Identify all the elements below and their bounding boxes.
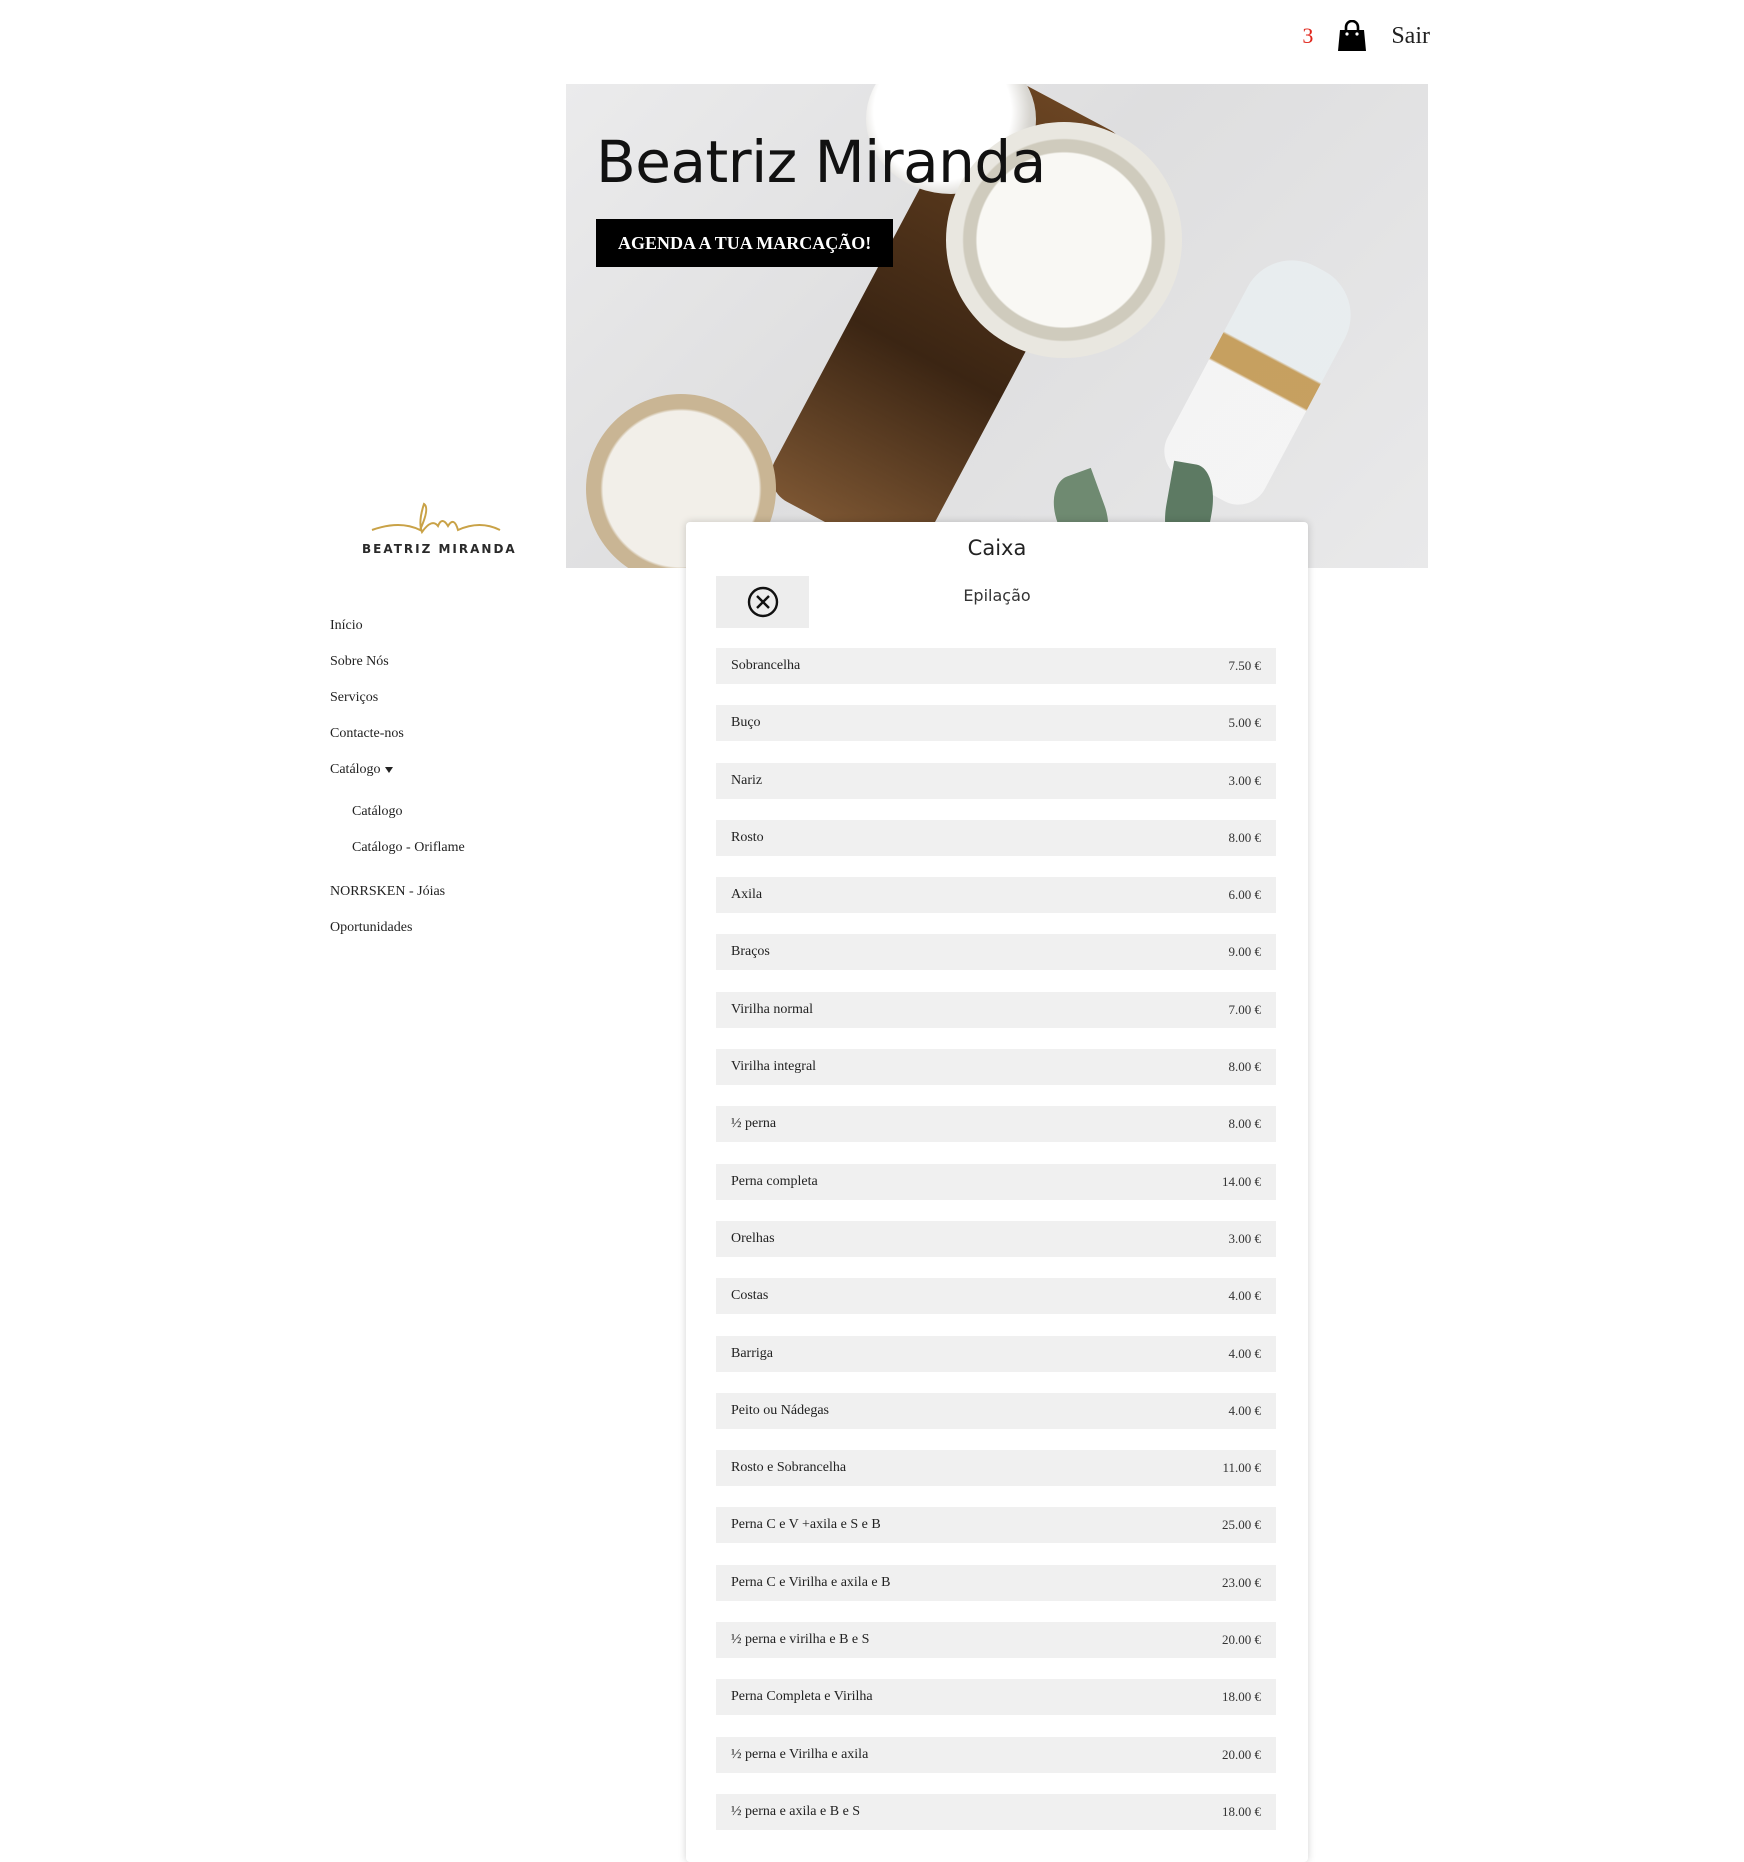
service-name: Perna C e Virilha e axila e B (731, 1574, 891, 1590)
service-name: Buço (731, 715, 761, 731)
service-name: Virilha normal (731, 1001, 813, 1017)
service-name: Barriga (731, 1345, 773, 1361)
service-price: 6.00 € (1228, 887, 1262, 903)
nav-item-norrsken[interactable]: NORRSKEN - Jóias (330, 882, 465, 918)
service-name: Virilha integral (731, 1059, 817, 1075)
service-price: 7.00 € (1228, 1001, 1262, 1017)
logo-text: BEATRIZ MIRANDA (362, 542, 517, 556)
brand-logo[interactable]: BEATRIZ MIRANDA (360, 500, 515, 562)
service-name: Braços (731, 944, 770, 960)
service-name: ½ perna e virilha e B e S (731, 1632, 870, 1648)
service-price: 7.50 € (1228, 658, 1262, 673)
service-item[interactable]: Perna Completa e Virilha 18.00 € (716, 1679, 1276, 1716)
service-item[interactable]: Braços 9.00 € (716, 934, 1276, 971)
nav-item-sobre-nos[interactable]: Sobre Nós (330, 652, 465, 688)
service-price: 4.00 € (1228, 1288, 1262, 1304)
service-price: 11.00 € (1222, 1460, 1261, 1476)
nav-item-inicio[interactable]: Início (330, 616, 465, 652)
service-item[interactable]: Rosto 8.00 € (716, 819, 1276, 856)
checkout-panel: Caixa Epilação Sobrancelha 7.50 € Buço 5.0… (686, 522, 1308, 1862)
nav-item-servicos[interactable]: Serviços (330, 688, 465, 724)
service-price: 3.00 € (1228, 772, 1262, 788)
service-item[interactable]: Virilha normal 7.00 € (716, 991, 1276, 1028)
service-price: 8.00 € (1228, 1059, 1262, 1075)
sidebar-nav: Início Sobre Nós Serviços Contacte-nos C… (330, 616, 465, 954)
service-price: 14.00 € (1222, 1173, 1261, 1189)
service-name: Perna completa (731, 1173, 818, 1189)
nav-subitem-catalogo-oriflame[interactable]: Catálogo - Oriflame (352, 838, 465, 874)
service-item[interactable]: Sobrancelha 7.50 € (716, 648, 1276, 684)
service-price: 8.00 € (1228, 829, 1262, 845)
service-item[interactable]: Rosto e Sobrancelha 11.00 € (716, 1450, 1276, 1487)
service-price: 20.00 € (1222, 1746, 1261, 1762)
service-name: Axila (731, 887, 763, 903)
service-item[interactable]: Virilha integral 8.00 € (716, 1049, 1276, 1086)
service-price: 25.00 € (1222, 1517, 1261, 1533)
book-appointment-button[interactable]: AGENDA A TUA MARCAÇÃO! (596, 219, 894, 267)
service-item[interactable]: Orelhas 3.00 € (716, 1220, 1276, 1257)
service-item[interactable]: Perna C e V +axila e S e B 25.00 € (716, 1507, 1276, 1544)
service-name: Perna C e V +axila e S e B (731, 1517, 881, 1533)
logo-monogram-icon (371, 502, 501, 535)
service-name: Rosto e Sobrancelha (731, 1460, 847, 1476)
nav-item-label: Catálogo (330, 762, 381, 777)
service-price: 4.00 € (1228, 1345, 1262, 1361)
service-price: 4.00 € (1228, 1402, 1262, 1418)
service-name: ½ perna e Virilha e axila (731, 1746, 869, 1762)
nav-subitem-catalogo[interactable]: Catálogo (352, 802, 465, 838)
service-item[interactable]: Costas 4.00 € (716, 1278, 1276, 1315)
service-price: 20.00 € (1222, 1632, 1261, 1648)
service-item[interactable]: ½ perna e virilha e B e S 20.00 € (716, 1622, 1276, 1659)
nav-item-catalogo-dropdown[interactable]: Catálogo (330, 760, 465, 796)
service-list: Sobrancelha 7.50 € Buço 5.00 € Nariz 3.00 €… (716, 648, 1276, 1851)
hero-banner: Beatriz Miranda AGENDA A TUA MARCAÇÃO! (566, 84, 1428, 568)
service-name: Rosto (731, 829, 764, 845)
caret-down-icon (384, 766, 393, 773)
cart-count: 3 (1302, 23, 1314, 48)
service-item[interactable]: ½ perna e axila e B e S 18.00 € (716, 1793, 1276, 1830)
service-price: 18.00 € (1222, 1803, 1261, 1819)
service-price: 18.00 € (1222, 1689, 1261, 1705)
service-price: 5.00 € (1228, 715, 1262, 731)
service-name: Costas (731, 1288, 769, 1304)
service-name: Sobrancelha (731, 658, 801, 673)
service-price: 3.00 € (1228, 1230, 1262, 1246)
nav-item-contactos[interactable]: Contacte-nos (330, 724, 465, 760)
service-name: Peito ou Nádegas (731, 1402, 829, 1418)
top-bar: 3 Sair (1302, 19, 1430, 52)
service-price: 9.00 € (1228, 944, 1262, 960)
service-item[interactable]: ½ perna e Virilha e axila 20.00 € (716, 1736, 1276, 1773)
nav-item-oportunidades[interactable]: Oportunidades (330, 918, 465, 954)
service-price: 8.00 € (1228, 1116, 1262, 1132)
service-item[interactable]: Buço 5.00 € (716, 705, 1276, 742)
service-item[interactable]: Peito ou Nádegas 4.00 € (716, 1392, 1276, 1429)
service-name: Nariz (731, 772, 763, 788)
service-item[interactable]: Perna completa 14.00 € (716, 1163, 1276, 1200)
catalog-submenu: Catálogo Catálogo - Oriflame (330, 802, 465, 874)
service-name: ½ perna (731, 1116, 777, 1132)
service-item[interactable]: Axila 6.00 € (716, 877, 1276, 914)
panel-title: Caixa (967, 536, 1027, 560)
service-name: ½ perna e axila e B e S (731, 1803, 861, 1819)
logout-link[interactable]: Sair (1391, 23, 1430, 50)
service-name: Orelhas (731, 1230, 775, 1246)
hero-title: Beatriz Miranda (596, 128, 1046, 196)
shopping-bag-icon[interactable] (1337, 19, 1367, 52)
service-item[interactable]: Barriga 4.00 € (716, 1335, 1276, 1372)
service-item[interactable]: ½ perna 8.00 € (716, 1106, 1276, 1143)
service-item[interactable]: Perna C e Virilha e axila e B 23.00 € (716, 1564, 1276, 1601)
service-name: Perna Completa e Virilha (731, 1689, 873, 1705)
service-price: 23.00 € (1222, 1574, 1261, 1590)
service-item[interactable]: Nariz 3.00 € (716, 762, 1276, 799)
category-title: Epilação (963, 586, 1031, 605)
